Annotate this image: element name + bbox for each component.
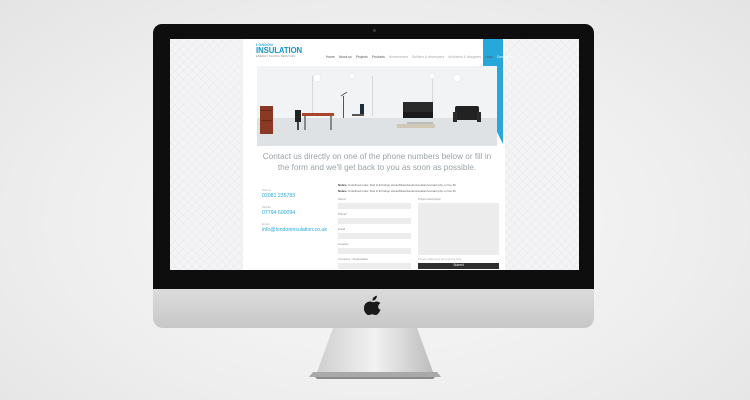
nav-item-homeowners[interactable]: Homeowners [389, 55, 408, 59]
notice-text: : Undefined index: tbsd in E:\Indigo Hos… [346, 183, 456, 187]
nav-item-home[interactable]: Home [326, 55, 335, 59]
email-field[interactable] [338, 233, 411, 239]
php-notice: Notice: Undefined index: tbsd in E:\Indi… [338, 183, 498, 187]
phone-label: Phone [262, 188, 271, 192]
email-address[interactable]: info@londoninsulation.co.uk [262, 227, 342, 233]
nav-item-projects[interactable]: Projects [356, 55, 368, 59]
web-page: LONDON INSULATION ENERGY SAVING SERVICES… [243, 39, 513, 270]
php-notice: Notice: Undefined index: tbsd in E:\Indi… [338, 189, 498, 193]
main-nav: Home About us Projects Products Homeowne… [326, 54, 513, 60]
phone-number[interactable]: 02081 235783 [262, 193, 342, 199]
apple-logo-icon [364, 295, 381, 315]
email-label: Email [262, 222, 270, 226]
notice-title: Notice [338, 183, 347, 187]
email-field-label: Email [338, 227, 345, 231]
notice-title: Notice [338, 189, 347, 193]
company-label: Company / Organisation [338, 257, 369, 261]
name-field[interactable] [338, 203, 411, 209]
contact-details: Phone 02081 235783 Mobile 07794 600094 E… [262, 184, 342, 233]
nav-item-products[interactable]: Products [372, 55, 385, 59]
hero-office-image [257, 66, 497, 146]
notice-text: : Undefined index: tbsd in E:\Indigo Hos… [346, 189, 456, 193]
logo-line-3: ENERGY SAVING SERVICES [256, 55, 296, 58]
logo-line-2: INSULATION [256, 46, 303, 55]
privacy-note: Privacy statement and opt-out note [418, 257, 462, 261]
nav-item-contact[interactable]: Contact us [497, 55, 513, 59]
nav-item-builders[interactable]: Builders & developers [412, 55, 444, 59]
nav-item-architects[interactable]: Architects & designers [448, 55, 481, 59]
phone-field[interactable] [338, 218, 411, 224]
submit-button[interactable]: Submit [418, 263, 499, 269]
phone-field-label: Phone* [338, 212, 348, 216]
camera-icon [373, 29, 376, 32]
project-description-label: Project description [418, 197, 442, 201]
nav-item-links[interactable]: Links [485, 55, 493, 59]
mobile-label: Mobile [262, 205, 271, 209]
mobile-number[interactable]: 07794 600094 [262, 210, 342, 216]
project-description-field[interactable] [418, 203, 499, 255]
screen: LONDON INSULATION ENERGY SAVING SERVICES… [170, 39, 579, 270]
location-label: Location [338, 242, 349, 246]
contact-form: Notice: Undefined index: tbsd in E:\Indi… [338, 183, 499, 269]
company-field[interactable] [338, 263, 411, 269]
nav-item-about[interactable]: About us [339, 55, 352, 59]
site-logo[interactable]: LONDON INSULATION ENERGY SAVING SERVICES [256, 43, 326, 63]
name-label: Name* [338, 197, 347, 201]
contact-headline: Contact us directly on one of the phone … [262, 152, 492, 172]
location-field[interactable] [338, 248, 411, 254]
monitor-stand [309, 328, 441, 379]
